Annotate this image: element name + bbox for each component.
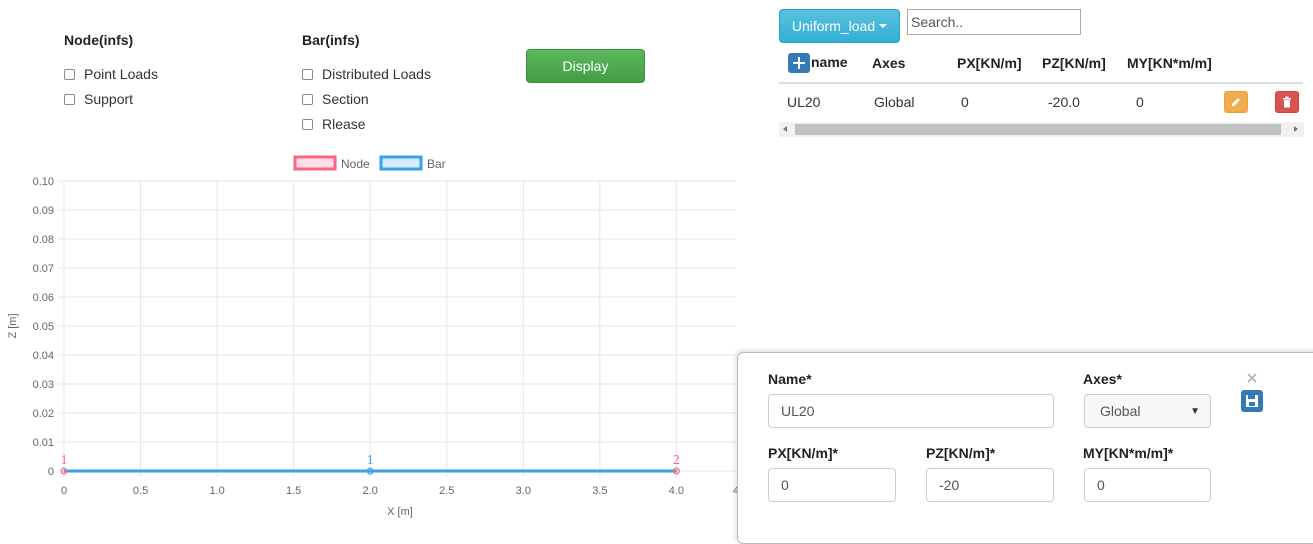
close-icon	[1247, 373, 1257, 383]
node-infs-header: Node(infs)	[64, 32, 134, 48]
cell-pz: -20.0	[1048, 94, 1080, 110]
legend-node-label: Node	[341, 157, 370, 171]
support-checkbox[interactable]	[64, 93, 75, 105]
x-tick-label: 3.0	[516, 485, 531, 497]
pz-field[interactable]: -20	[926, 468, 1054, 502]
x-tick-label: 3.5	[592, 485, 607, 497]
distributed-loads-checkbox[interactable]	[302, 68, 313, 80]
legend-bar-label: Bar	[427, 157, 446, 171]
pz-label: PZ[KN/m]*	[926, 445, 996, 461]
my-label: MY[KN*m/m]*	[1083, 445, 1174, 461]
bar-label: 1	[367, 453, 374, 468]
search-input[interactable]	[907, 9, 1081, 35]
y-tick-label: 0.09	[33, 205, 54, 217]
section-option[interactable]: Section	[302, 89, 369, 109]
distributed-loads-label: Distributed Loads	[322, 66, 431, 82]
legend-node-swatch	[293, 155, 337, 171]
col-header-px[interactable]: PX[KN/m]	[957, 55, 1022, 71]
bar-infs-header: Bar(infs)	[302, 32, 360, 48]
point-loads-checkbox[interactable]	[64, 68, 75, 80]
x-tick-label: 1.5	[286, 485, 301, 497]
y-tick-label: 0.10	[33, 176, 54, 188]
y-tick-label: 0.01	[33, 437, 54, 449]
delete-button[interactable]	[1275, 91, 1299, 113]
y-tick-label: 0.07	[33, 263, 54, 275]
support-option[interactable]: Support	[64, 89, 133, 109]
y-tick-label: 0.03	[33, 379, 54, 391]
legend-bar-swatch	[379, 155, 423, 171]
release-option[interactable]: Rlease	[302, 114, 366, 134]
distributed-loads-option[interactable]: Distributed Loads	[302, 64, 431, 84]
x-tick-label: 0.5	[133, 485, 148, 497]
uniform-load-label: Uniform_load	[791, 18, 876, 34]
y-axis-label: Z [m]	[7, 313, 19, 338]
section-label: Section	[322, 91, 369, 107]
support-label: Support	[84, 91, 134, 107]
structure-chart: 0 0.01 0.02 0.03 0.04 0.05 0.06 0.07 0.08 0.09 0.1…	[7, 155, 739, 518]
px-field[interactable]: 0	[768, 468, 896, 502]
my-field[interactable]: 0	[1084, 468, 1211, 502]
save-button[interactable]	[1241, 390, 1263, 412]
x-tick-label: 0	[61, 485, 67, 497]
x-tick-label: 2.0	[363, 485, 378, 497]
col-header-name[interactable]: name	[811, 54, 848, 70]
point-loads-option[interactable]: Point Loads	[64, 64, 158, 84]
y-tick-label: 0.02	[33, 408, 54, 420]
close-button[interactable]	[1246, 371, 1258, 383]
table-row[interactable]: UL20 Global 0 -20.0 0	[779, 84, 1303, 122]
table-horizontal-scrollbar[interactable]	[779, 122, 1304, 137]
display-button[interactable]: Display	[526, 49, 645, 83]
scroll-right-arrow-icon[interactable]	[1294, 126, 1298, 132]
pencil-icon	[1232, 98, 1240, 106]
col-header-my[interactable]: MY[KN*m/m]	[1127, 55, 1212, 71]
scroll-left-arrow-icon[interactable]	[783, 126, 787, 132]
name-label: Name*	[768, 371, 812, 387]
x-tick-label: 4.0	[669, 485, 684, 497]
x-axis-label: X [m]	[387, 506, 413, 518]
axes-select[interactable]: Global ▼	[1084, 394, 1211, 428]
point-loads-label: Point Loads	[84, 66, 158, 82]
cell-px: 0	[961, 94, 969, 110]
release-checkbox[interactable]	[302, 118, 313, 130]
scrollbar-thumb[interactable]	[795, 124, 1281, 135]
axes-label: Axes*	[1083, 371, 1122, 387]
trash-icon	[1283, 96, 1291, 108]
node-point	[60, 467, 68, 475]
add-row-button[interactable]	[788, 53, 810, 73]
name-field[interactable]: UL20	[768, 394, 1054, 428]
x-tick-label: 1.0	[209, 485, 224, 497]
node-label: 2	[673, 453, 680, 468]
x-tick-label: 2.5	[439, 485, 454, 497]
bar-midpoint	[366, 467, 374, 475]
node-label: 1	[61, 453, 68, 468]
edit-button[interactable]	[1224, 91, 1248, 113]
y-tick-label: 0.08	[33, 234, 54, 246]
cell-my: 0	[1136, 94, 1144, 110]
px-label: PX[KN/m]*	[768, 445, 839, 461]
col-header-pz[interactable]: PZ[KN/m]	[1042, 55, 1106, 71]
y-tick-label: 0.05	[33, 321, 54, 333]
section-checkbox[interactable]	[302, 93, 313, 105]
uniform-load-dropdown[interactable]: Uniform_load	[779, 9, 900, 43]
cell-name: UL20	[787, 94, 821, 110]
load-edit-panel: Name* UL20 Axes* Global ▼ PX[KN/m]* 0 PZ…	[737, 352, 1313, 544]
col-header-axes[interactable]: Axes	[872, 55, 905, 71]
select-arrow-icon: ▼	[1190, 405, 1200, 417]
floppy-disk-icon	[1246, 395, 1258, 407]
y-tick-label: 0	[48, 466, 54, 478]
plus-icon	[793, 57, 805, 69]
y-tick-label: 0.06	[33, 292, 54, 304]
release-label: Rlease	[322, 116, 366, 132]
y-tick-label: 0.04	[33, 350, 54, 362]
axes-select-value: Global	[1100, 403, 1141, 419]
cell-axes: Global	[874, 94, 915, 110]
node-point	[672, 467, 680, 475]
caret-down-icon	[879, 24, 888, 28]
